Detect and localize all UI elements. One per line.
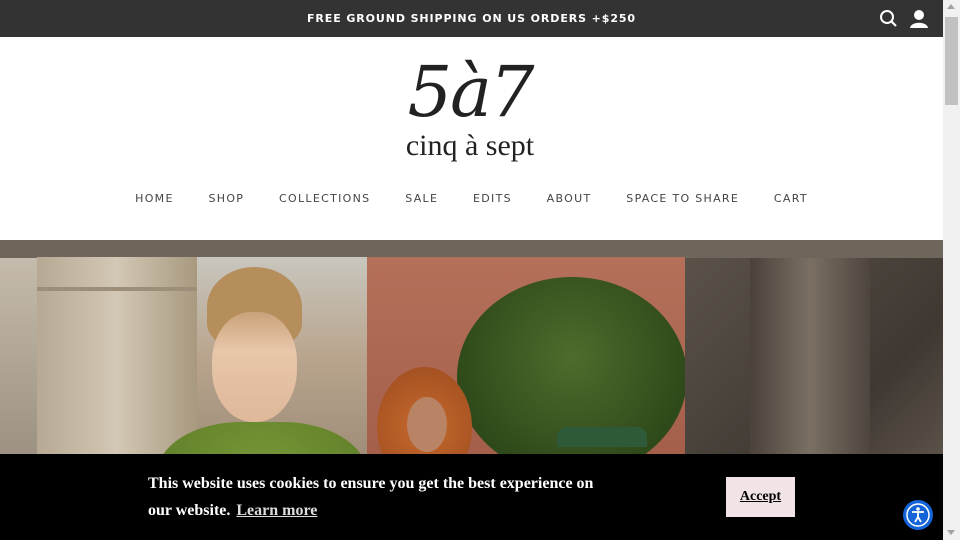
nav-item-cart[interactable]: CART	[774, 192, 808, 205]
site-header: 5à7 cinq à sept HOME SHOP COLLECTIONS SA…	[0, 37, 943, 240]
nav-item-home[interactable]: HOME	[135, 192, 174, 205]
shipping-promo-text: FREE GROUND SHIPPING ON US ORDERS +$250	[307, 12, 636, 25]
scroll-up-icon[interactable]	[947, 4, 955, 9]
hero-stone-ledge	[0, 240, 943, 258]
page-scrollbar[interactable]	[943, 0, 960, 540]
photo-model-face	[212, 312, 297, 422]
cookie-message-text: This website uses cookies to ensure you …	[148, 475, 594, 519]
nav-item-shop[interactable]: SHOP	[209, 192, 245, 205]
nav-item-collections[interactable]: COLLECTIONS	[279, 192, 370, 205]
search-icon[interactable]	[879, 9, 899, 29]
photo-stone-seam	[37, 287, 197, 291]
photo-awning	[557, 427, 647, 447]
accept-cookies-button[interactable]: Accept	[726, 477, 795, 517]
nav-item-space-to-share[interactable]: SPACE TO SHARE	[626, 192, 739, 205]
scrollbar-thumb[interactable]	[945, 17, 958, 105]
main-nav: HOME SHOP COLLECTIONS SALE EDITS ABOUT S…	[0, 192, 943, 205]
cookie-banner: This website uses cookies to ensure you …	[0, 454, 943, 540]
cookie-message: This website uses cookies to ensure you …	[148, 470, 618, 524]
photo-second-model-face	[407, 397, 447, 452]
announcement-bar: FREE GROUND SHIPPING ON US ORDERS +$250	[0, 0, 943, 37]
user-icon[interactable]	[909, 9, 929, 29]
brand-logo[interactable]: 5à7 cinq à sept	[380, 57, 560, 167]
nav-item-edits[interactable]: EDITS	[473, 192, 512, 205]
scroll-down-icon[interactable]	[947, 530, 955, 535]
logo-number: 5à7	[407, 51, 535, 133]
learn-more-link[interactable]: Learn more	[236, 502, 317, 519]
accessibility-icon[interactable]	[903, 500, 933, 530]
nav-item-sale[interactable]: SALE	[405, 192, 438, 205]
logo-wordmark: cinq à sept	[405, 129, 535, 162]
nav-item-about[interactable]: ABOUT	[547, 192, 592, 205]
photo-tree	[457, 277, 685, 477]
